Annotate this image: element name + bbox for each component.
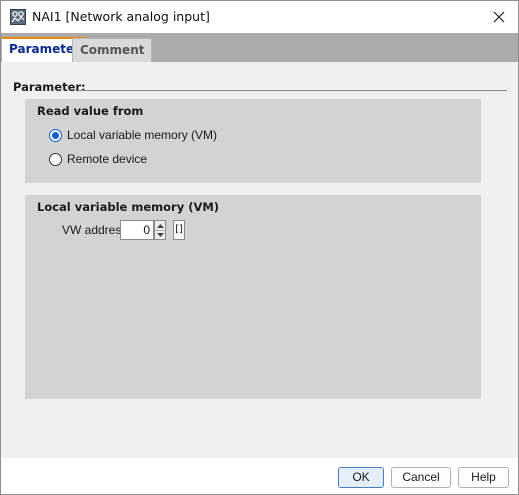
network-analog-input-icon (10, 9, 26, 25)
range-button[interactable]: [] (173, 220, 185, 240)
arrow-down-icon (156, 233, 164, 237)
heading-divider (79, 90, 507, 91)
window-title: NAI1 [Network analog input] (32, 9, 210, 24)
read-value-group-title: Read value from (37, 104, 144, 118)
radio-label-local-vm: Local variable memory (VM) (67, 128, 218, 142)
read-value-group: Read value from Local variable memory (V… (25, 99, 481, 183)
spin-up-button[interactable] (155, 221, 165, 230)
dialog-window: NAI1 [Network analog input] Parameter Co… (0, 0, 519, 495)
radio-remote-device[interactable]: Remote device (49, 152, 147, 166)
radio-label-remote-device: Remote device (67, 152, 148, 166)
vw-address-spinner (154, 220, 166, 240)
radio-local-vm[interactable]: Local variable memory (VM) (49, 128, 217, 142)
tab-strip: Parameter Comment (1, 33, 518, 62)
title-bar: NAI1 [Network analog input] (1, 1, 518, 33)
close-icon (493, 11, 505, 23)
ok-button[interactable]: OK (338, 467, 384, 488)
spin-down-button[interactable] (155, 230, 165, 239)
radio-button-local-vm[interactable] (49, 128, 62, 142)
parameter-heading: Parameter: (13, 80, 86, 94)
radio-button-remote-device[interactable] (49, 152, 62, 166)
vm-group: Local variable memory (VM) VW address: 0… (25, 195, 481, 399)
tab-comment[interactable]: Comment (72, 38, 153, 62)
tab-content-parameter: Parameter: Read value from Local variabl… (1, 62, 518, 458)
dialog-footer: OK Cancel Help (1, 458, 518, 494)
vm-group-title: Local variable memory (VM) (37, 200, 220, 214)
vw-address-input[interactable]: 0 (120, 220, 154, 240)
help-button[interactable]: Help (458, 467, 509, 488)
cancel-button[interactable]: Cancel (391, 467, 451, 488)
close-button[interactable] (486, 4, 512, 30)
arrow-up-icon (156, 223, 164, 228)
